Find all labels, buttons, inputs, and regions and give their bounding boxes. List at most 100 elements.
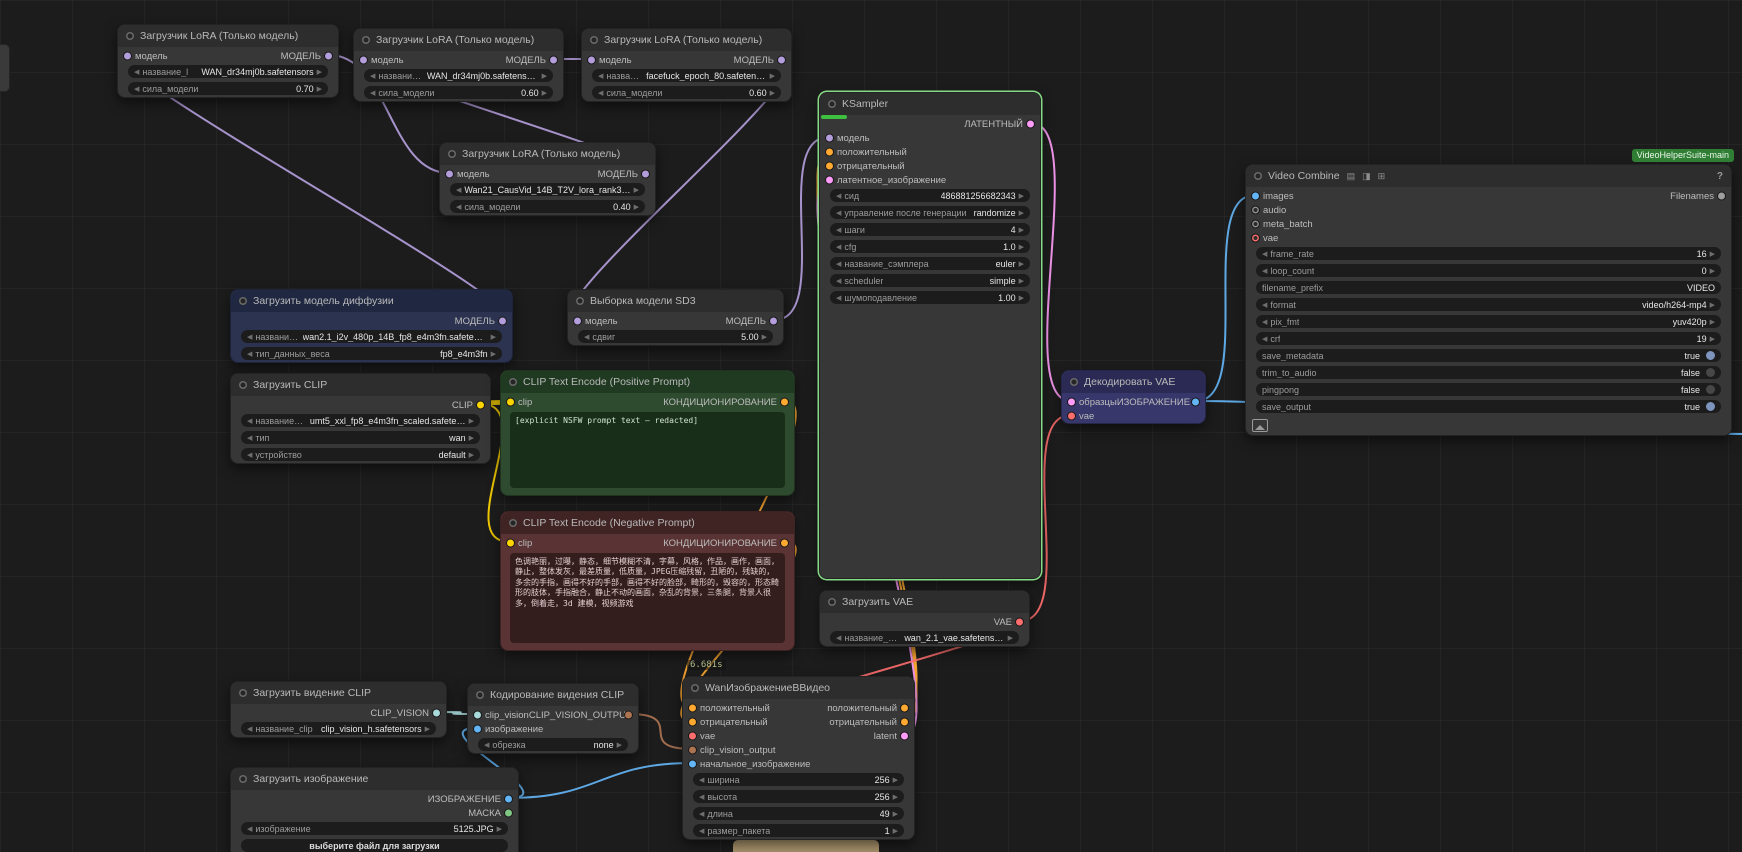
input-port-clip[interactable]	[506, 397, 515, 407]
decrement-arrow-icon[interactable]: ◀	[456, 203, 461, 211]
output-port-CLIP_VISION_OUTPUT[interactable]	[624, 710, 633, 720]
increment-arrow-icon[interactable]: ▶	[1019, 277, 1024, 285]
widget-обрезка[interactable]: ◀ обрезка none ▶	[478, 738, 628, 751]
toggle-knob[interactable]	[1706, 385, 1715, 394]
offscreen-node-sliver[interactable]	[0, 44, 10, 92]
widget-устройство[interactable]: ◀ устройство default ▶	[241, 448, 480, 461]
decrement-arrow-icon[interactable]: ◀	[699, 827, 704, 835]
node-collapse-dot[interactable]	[239, 689, 247, 697]
widget-размер_пакета[interactable]: ◀ размер_пакета 1 ▶	[693, 824, 904, 837]
input-port-модель[interactable]	[573, 316, 582, 326]
node-load-diffusion-model[interactable]: Загрузить модель диффузии МОДЕЛЬ ◀ название…	[230, 289, 513, 363]
node-header[interactable]: CLIP Text Encode (Positive Prompt)	[501, 371, 794, 393]
input-port-начальное_изображение[interactable]	[688, 759, 697, 769]
output-port-CLIP[interactable]	[476, 400, 485, 410]
node-collapse-dot[interactable]	[362, 36, 370, 44]
decrement-arrow-icon[interactable]: ◀	[699, 810, 704, 818]
decrement-arrow-icon[interactable]: ◀	[134, 85, 139, 93]
widget-pingpong[interactable]: pingpong false	[1256, 383, 1721, 396]
node-collapse-dot[interactable]	[691, 684, 699, 692]
widget-сила_модели[interactable]: ◀ сила_модели 0.70 ▶	[128, 82, 328, 95]
node-graph-canvas[interactable]: VideoHelperSuite-main 6.681s Загрузчик L…	[0, 0, 1742, 852]
increment-arrow-icon[interactable]: ▶	[893, 776, 898, 784]
output-port-МОДЕЛЬ[interactable]	[324, 51, 333, 61]
widget-название_vae[interactable]: ◀ название_vae wan_2.1_vae.safetensors ▶	[830, 631, 1019, 644]
output-port-МОДЕЛЬ[interactable]	[769, 316, 778, 326]
toggle-knob[interactable]	[1706, 402, 1715, 411]
decrement-arrow-icon[interactable]: ◀	[836, 634, 841, 642]
node-collapse-dot[interactable]	[239, 297, 247, 305]
node-collapse-dot[interactable]	[476, 691, 484, 699]
output-port-МОДЕЛЬ[interactable]	[498, 316, 507, 326]
node-clip-vision-encode[interactable]: Кодирование видения CLIP clip_vision CLIP_…	[467, 683, 639, 754]
partial-node-bottom[interactable]	[733, 840, 879, 852]
increment-arrow-icon[interactable]: ▶	[617, 741, 622, 749]
node-load-vae[interactable]: Загрузить VAE VAE ◀ название_vae wan_2.1_vae…	[819, 590, 1030, 647]
decrement-arrow-icon[interactable]: ◀	[484, 741, 489, 749]
widget-название_l[interactable]: ◀ название_l WAN_dr34mj0b.safetensors ▶	[128, 65, 328, 78]
increment-arrow-icon[interactable]: ▶	[542, 72, 547, 80]
node-collapse-dot[interactable]	[1070, 378, 1078, 386]
node-collapse-dot[interactable]	[448, 150, 456, 158]
node-title-icon-1[interactable]: ◨	[1362, 171, 1371, 182]
output-port-МОДЕЛЬ[interactable]	[641, 169, 650, 179]
increment-arrow-icon[interactable]: ▶	[497, 825, 502, 833]
input-port-vae[interactable]	[1251, 233, 1260, 243]
increment-arrow-icon[interactable]: ▶	[634, 186, 639, 194]
decrement-arrow-icon[interactable]: ◀	[247, 451, 252, 459]
decrement-arrow-icon[interactable]: ◀	[598, 89, 603, 97]
increment-arrow-icon[interactable]: ▶	[893, 810, 898, 818]
input-port-vae[interactable]	[1067, 411, 1076, 421]
input-port-модель[interactable]	[587, 55, 596, 65]
output-port-latent[interactable]	[900, 731, 909, 741]
input-port-audio[interactable]	[1251, 205, 1260, 215]
widget-шаги[interactable]: ◀ шаги 4 ▶	[830, 223, 1030, 236]
input-port-images[interactable]	[1251, 191, 1260, 201]
node-header[interactable]: Video Combine ▤ ◨ ⊞?	[1246, 165, 1731, 187]
widget-button[interactable]: выберите файл для загрузки	[241, 839, 508, 852]
output-port-положительный[interactable]	[900, 703, 909, 713]
input-port-meta_batch[interactable]	[1251, 219, 1260, 229]
node-collapse-dot[interactable]	[590, 36, 598, 44]
output-port-CLIP_VISION[interactable]	[432, 708, 441, 718]
node-lora-loader-2[interactable]: Загрузчик LoRA (Только модель) модель МОДЕ…	[353, 28, 564, 102]
output-port-VAE[interactable]	[1015, 617, 1024, 627]
node-header[interactable]: Загрузить модель диффузии	[231, 290, 512, 312]
widget-название_c...[interactable]: ◀ название_c... umt5_xxl_fp8_e4m3fn_scaled…	[241, 414, 480, 427]
prompt-textarea[interactable]: [explicit NSFW prompt text — redacted]	[510, 412, 785, 488]
widget-тип[interactable]: ◀ тип wan ▶	[241, 431, 480, 444]
input-port-vae[interactable]	[688, 731, 697, 741]
node-title-icon-0[interactable]: ▤	[1347, 171, 1356, 182]
node-collapse-dot[interactable]	[509, 378, 517, 386]
increment-arrow-icon[interactable]: ▶	[770, 72, 775, 80]
widget-сдвиг[interactable]: ◀ сдвиг 5.00 ▶	[578, 330, 773, 343]
input-port-модель[interactable]	[825, 133, 834, 143]
decrement-arrow-icon[interactable]: ◀	[584, 333, 589, 341]
decrement-arrow-icon[interactable]: ◀	[598, 72, 603, 80]
increment-arrow-icon[interactable]: ▶	[893, 827, 898, 835]
node-collapse-dot[interactable]	[509, 519, 517, 527]
node-model-sampling-sd3[interactable]: Выборка модели SD3 модель МОДЕЛЬ ◀ сдвиг 5.00…	[567, 289, 784, 346]
toggle-knob[interactable]	[1706, 351, 1715, 360]
widget-scheduler[interactable]: ◀ scheduler simple ▶	[830, 274, 1030, 287]
input-port-положительный[interactable]	[688, 703, 697, 713]
decrement-arrow-icon[interactable]: ◀	[1262, 267, 1267, 275]
widget-trim_to_audio[interactable]: trim_to_audio false	[1256, 366, 1721, 379]
decrement-arrow-icon[interactable]: ◀	[247, 434, 252, 442]
node-header[interactable]: Загрузчик LoRA (Только модель)	[440, 143, 655, 165]
node-header[interactable]: Загрузить CLIP	[231, 374, 490, 396]
output-port-ИЗОБРАЖЕНИЕ[interactable]	[1191, 397, 1200, 407]
node-collapse-dot[interactable]	[239, 775, 247, 783]
output-port-КОНДИЦИОНИРОВАНИЕ[interactable]	[780, 538, 789, 548]
input-port-модель[interactable]	[359, 55, 368, 65]
increment-arrow-icon[interactable]: ▶	[1710, 335, 1715, 343]
node-lora-loader-3[interactable]: Загрузчик LoRA (Только модель) модель МОДЕ…	[581, 28, 792, 102]
widget-название_clip[interactable]: ◀ название_clip clip_vision_h.safetensors ▶	[241, 722, 436, 735]
node-collapse-dot[interactable]	[576, 297, 584, 305]
increment-arrow-icon[interactable]: ▶	[469, 434, 474, 442]
increment-arrow-icon[interactable]: ▶	[1019, 260, 1024, 268]
increment-arrow-icon[interactable]: ▶	[542, 89, 547, 97]
output-port-ИЗОБРАЖЕНИЕ[interactable]	[504, 794, 513, 804]
increment-arrow-icon[interactable]: ▶	[469, 451, 474, 459]
prompt-textarea[interactable]: 色调艳丽，过曝，静态，细节模糊不清，字幕，风格，作品，画作，画面，静止，整体发灰…	[510, 553, 785, 643]
